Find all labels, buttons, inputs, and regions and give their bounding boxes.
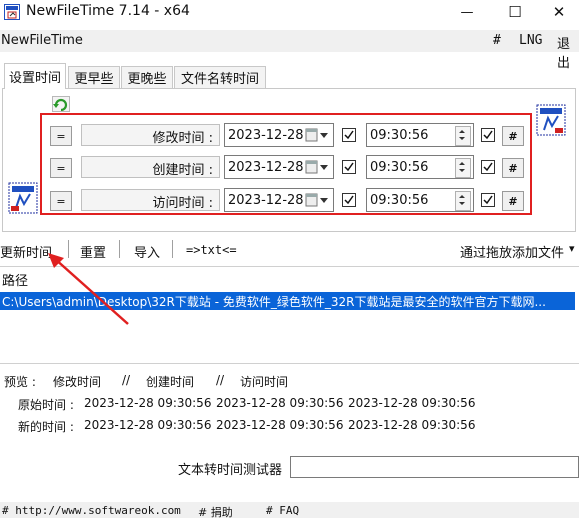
menu-app-name[interactable]: NewFileTime	[1, 33, 83, 48]
menu-exit[interactable]: 退出	[557, 33, 579, 71]
text-to-time-tester-input[interactable]	[290, 456, 579, 478]
drag-drop-add-files-button[interactable]: 通过拖放添加文件	[460, 242, 564, 261]
preview-modified-header: 修改时间	[53, 375, 102, 389]
annotation-arrow	[48, 253, 129, 325]
list-header-path[interactable]: 路径	[2, 270, 28, 289]
apply-right-icon[interactable]	[536, 104, 566, 136]
preview-separator: //	[216, 373, 225, 387]
app-icon	[4, 4, 20, 20]
close-button[interactable]: ✕	[536, 0, 579, 24]
faq-link[interactable]: # FAQ	[266, 504, 299, 517]
maximize-button[interactable]: ☐	[492, 0, 538, 24]
menu-hash[interactable]: #	[493, 33, 501, 48]
window-title: NewFileTime 7.14 - x64	[26, 3, 190, 19]
original-time-label: 原始时间 :	[18, 398, 74, 412]
toolbar-separator	[172, 240, 173, 258]
minimize-button[interactable]: —	[444, 0, 490, 24]
tab-earlier[interactable]: 更早些	[68, 66, 120, 88]
txt-button[interactable]: =>txt<=	[186, 243, 237, 257]
menu-language[interactable]: LNG	[519, 33, 542, 48]
chevron-down-icon[interactable]: ▾	[569, 242, 575, 255]
refresh-icon[interactable]	[52, 96, 70, 112]
highlight-frame	[40, 113, 532, 215]
tab-filename-to-time[interactable]: 文件名转时间	[174, 66, 266, 88]
original-accessed-value: 2023-12-28 09:30:56	[348, 396, 476, 410]
apply-left-icon[interactable]	[8, 182, 38, 214]
new-created-value: 2023-12-28 09:30:56	[216, 418, 344, 432]
preview-separator: //	[122, 373, 131, 387]
new-accessed-value: 2023-12-28 09:30:56	[348, 418, 476, 432]
tab-set-time[interactable]: 设置时间	[4, 63, 66, 89]
new-modified-value: 2023-12-28 09:30:56	[84, 418, 212, 432]
preview-accessed-header: 访问时间	[240, 375, 289, 389]
tab-later[interactable]: 更晚些	[121, 66, 173, 88]
new-time-label: 新的时间 :	[18, 420, 74, 434]
preview-label: 预览 :	[4, 375, 36, 389]
original-modified-value: 2023-12-28 09:30:56	[84, 396, 212, 410]
preview-created-header: 创建时间	[146, 375, 195, 389]
text-to-time-tester-label: 文本转时间测试器	[178, 463, 283, 478]
website-link[interactable]: # http://www.softwareok.com	[2, 504, 181, 517]
original-created-value: 2023-12-28 09:30:56	[216, 396, 344, 410]
